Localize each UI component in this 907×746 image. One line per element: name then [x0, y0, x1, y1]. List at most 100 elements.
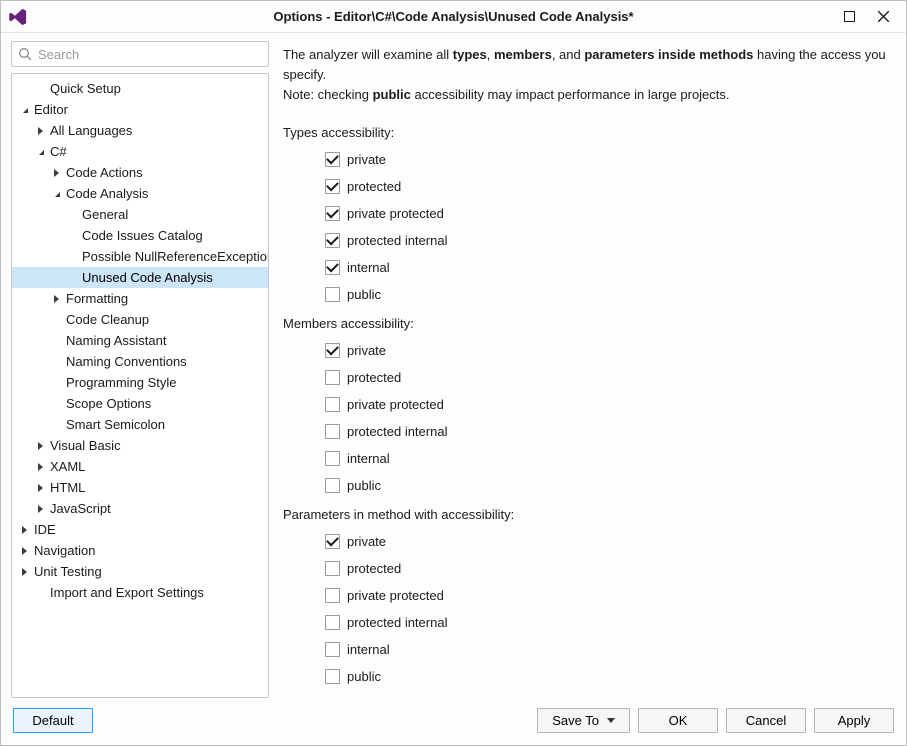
checkbox[interactable] — [325, 615, 340, 630]
search-input[interactable] — [11, 41, 269, 67]
checkbox-row: private protected — [325, 391, 896, 418]
checkbox-label: public — [347, 669, 381, 684]
checkbox[interactable] — [325, 561, 340, 576]
checkbox-label: private protected — [347, 397, 444, 412]
checkbox-label: protected internal — [347, 233, 447, 248]
checkbox[interactable] — [325, 424, 340, 439]
tree-item[interactable]: Code Issues Catalog — [12, 225, 268, 246]
chevron-right-icon[interactable] — [50, 292, 64, 306]
checkbox[interactable] — [325, 233, 340, 248]
tree-item[interactable]: Scope Options — [12, 393, 268, 414]
chevron-right-icon[interactable] — [18, 565, 32, 579]
tree-item[interactable]: Naming Assistant — [12, 330, 268, 351]
tree-item[interactable]: XAML — [12, 456, 268, 477]
checkbox[interactable] — [325, 152, 340, 167]
chevron-right-icon[interactable] — [34, 460, 48, 474]
tree-item[interactable]: General — [12, 204, 268, 225]
tree-item-label: JavaScript — [48, 501, 111, 516]
chevron-right-icon[interactable] — [18, 523, 32, 537]
checkbox-row: protected internal — [325, 418, 896, 445]
tree-item[interactable]: Smart Semicolon — [12, 414, 268, 435]
checkbox-row: private — [325, 146, 896, 173]
ok-button[interactable]: OK — [638, 708, 718, 733]
cancel-button[interactable]: Cancel — [726, 708, 806, 733]
checkbox-label: protected internal — [347, 424, 447, 439]
checkbox[interactable] — [325, 370, 340, 385]
chevron-right-icon[interactable] — [18, 544, 32, 558]
checkbox-label: internal — [347, 642, 390, 657]
tree-item[interactable]: Import and Export Settings — [12, 582, 268, 603]
tree-item[interactable]: All Languages — [12, 120, 268, 141]
checkbox[interactable] — [325, 397, 340, 412]
checkbox[interactable] — [325, 451, 340, 466]
tree-item-label: All Languages — [48, 123, 132, 138]
tree-item[interactable]: Code Cleanup — [12, 309, 268, 330]
checkbox-label: private — [347, 152, 386, 167]
caret-down-icon — [607, 718, 615, 723]
tree-item[interactable]: Code Actions — [12, 162, 268, 183]
checkbox-label: public — [347, 287, 381, 302]
maximize-icon — [844, 11, 855, 22]
tree-item[interactable]: Programming Style — [12, 372, 268, 393]
options-tree[interactable]: Quick SetupEditor All Languages C#Code Act… — [11, 73, 269, 698]
checkbox-row: internal — [325, 254, 896, 281]
section-title-params: Parameters in method with accessibility: — [283, 507, 896, 522]
tree-item[interactable]: IDE — [12, 519, 268, 540]
tree-item[interactable]: Navigation — [12, 540, 268, 561]
checkbox[interactable] — [325, 588, 340, 603]
dialog-body: Quick SetupEditor All Languages C#Code Act… — [1, 33, 906, 698]
chevron-down-icon[interactable] — [50, 187, 64, 201]
tree-item-label: Code Analysis — [64, 186, 148, 201]
default-button[interactable]: Default — [13, 708, 93, 733]
tree-item-label: Scope Options — [64, 396, 151, 411]
chevron-right-icon[interactable] — [34, 439, 48, 453]
tree-item-label: XAML — [48, 459, 85, 474]
tree-item[interactable]: Possible NullReferenceException — [12, 246, 268, 267]
chevron-down-icon[interactable] — [18, 103, 32, 117]
close-icon — [878, 11, 889, 22]
apply-button[interactable]: Apply — [814, 708, 894, 733]
content-panel: The analyzer will examine all types, mem… — [283, 41, 896, 698]
chevron-right-icon[interactable] — [34, 124, 48, 138]
checkbox-label: private protected — [347, 206, 444, 221]
tree-item[interactable]: C# — [12, 141, 268, 162]
close-button[interactable] — [866, 3, 900, 31]
checkbox[interactable] — [325, 343, 340, 358]
checkbox[interactable] — [325, 206, 340, 221]
tree-item-label: Unit Testing — [32, 564, 102, 579]
checkbox[interactable] — [325, 642, 340, 657]
desc-bold: members — [494, 47, 552, 62]
checkbox-row: protected internal — [325, 227, 896, 254]
tree-item[interactable]: JavaScript — [12, 498, 268, 519]
save-to-button[interactable]: Save To — [537, 708, 630, 733]
checkbox-label: internal — [347, 451, 390, 466]
chevron-right-icon[interactable] — [34, 502, 48, 516]
checkbox-row: protected — [325, 555, 896, 582]
tree-item-label: General — [80, 207, 128, 222]
checkbox[interactable] — [325, 478, 340, 493]
tree-item-label: Import and Export Settings — [48, 585, 204, 600]
tree-item[interactable]: Unused Code Analysis — [12, 267, 268, 288]
tree-item[interactable]: Formatting — [12, 288, 268, 309]
checkbox[interactable] — [325, 534, 340, 549]
checkbox-row: private protected — [325, 200, 896, 227]
checkbox[interactable] — [325, 669, 340, 684]
tree-item[interactable]: Unit Testing — [12, 561, 268, 582]
tree-item[interactable]: Editor — [12, 99, 268, 120]
tree-item[interactable]: HTML — [12, 477, 268, 498]
tree-item[interactable]: Code Analysis — [12, 183, 268, 204]
maximize-button[interactable] — [832, 3, 866, 31]
tree-item-label: Unused Code Analysis — [80, 270, 213, 285]
checkbox-label: internal — [347, 260, 390, 275]
chevron-down-icon[interactable] — [34, 145, 48, 159]
checkbox[interactable] — [325, 179, 340, 194]
chevron-right-icon[interactable] — [50, 166, 64, 180]
chevron-right-icon[interactable] — [34, 481, 48, 495]
tree-item-label: Naming Assistant — [64, 333, 166, 348]
checkbox[interactable] — [325, 260, 340, 275]
tree-item[interactable]: Naming Conventions — [12, 351, 268, 372]
checklist-types: privateprotectedprivate protectedprotect… — [283, 146, 896, 308]
tree-item[interactable]: Visual Basic — [12, 435, 268, 456]
tree-item[interactable]: Quick Setup — [12, 78, 268, 99]
checkbox[interactable] — [325, 287, 340, 302]
